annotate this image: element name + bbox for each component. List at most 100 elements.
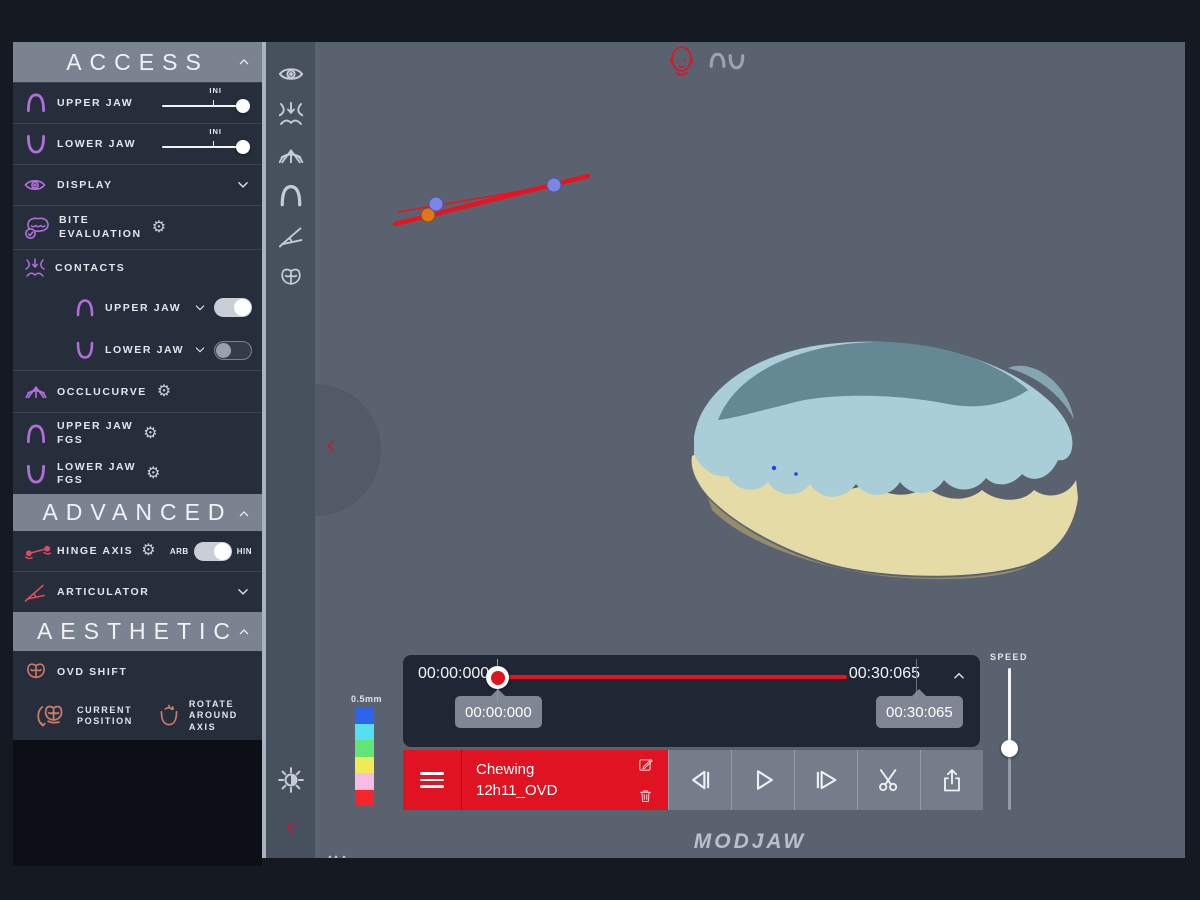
section-header-aesthetic[interactable]: AESTHETIC <box>13 612 262 651</box>
logo-glyph-icon <box>323 854 349 858</box>
clip-name-line2: 12h11_OVD <box>476 782 557 799</box>
sidebar-item-contacts[interactable]: CONTACTS <box>13 249 262 285</box>
upper-lower-jaws-icon[interactable] <box>706 48 748 74</box>
sidebar: ACCESS UPPER JAW INI LOWER JAW INI DISPL… <box>13 42 262 858</box>
sidebar-item-bite-evaluation[interactable]: BITE EVALUATION ⚙ <box>13 205 262 249</box>
clip-name-line1: Chewing <box>476 761 534 778</box>
sidebar-item-hinge-axis[interactable]: HINGE AXIS ⚙ ARB HIN <box>13 531 262 571</box>
clip-menu-button[interactable] <box>403 750 462 810</box>
head-icon[interactable] <box>668 44 695 79</box>
chevron-down-icon[interactable] <box>192 342 208 358</box>
timeline-playhead[interactable] <box>486 666 509 689</box>
ovd-teeth-icon <box>23 660 49 684</box>
articulator-icon[interactable] <box>275 220 306 251</box>
contact-dot <box>772 466 776 470</box>
condyle-point-orange <box>421 208 435 222</box>
eye-icon[interactable] <box>275 58 306 89</box>
gear-icon[interactable]: ⚙ <box>152 220 166 236</box>
sidebar-item-lower-jaw[interactable]: LOWER JAW INI <box>13 123 262 164</box>
advanced-header-label: ADVANCED <box>42 499 232 526</box>
cut-button[interactable] <box>857 750 920 810</box>
contacts-lower-label: LOWER JAW <box>105 344 184 356</box>
ini-label: INI <box>209 86 222 95</box>
ovd-teeth-icon[interactable] <box>275 262 306 293</box>
chevron-down-icon[interactable] <box>234 583 252 601</box>
chevron-down-icon[interactable] <box>234 176 252 194</box>
position-tools-row: CURRENT POSITION ROTATE AROUND AXIS <box>13 692 262 740</box>
chevron-up-icon[interactable] <box>950 667 968 685</box>
contacts-upper-label: UPPER JAW <box>105 302 181 314</box>
left-toolbar <box>266 42 315 858</box>
contacts-lower-toggle[interactable] <box>214 341 252 360</box>
condyle-point-blue-right <box>547 178 561 192</box>
timeline-panel: 00:00:000 00:30:065 00:00:000 00:30:065 <box>403 655 980 747</box>
hinge-axis-toggle[interactable] <box>194 542 232 561</box>
ovd-shift-label: OVD SHIFT <box>57 666 127 678</box>
chevron-down-icon[interactable] <box>192 300 208 316</box>
edit-icon[interactable] <box>637 756 654 773</box>
step-forward-button[interactable] <box>794 750 857 810</box>
play-button[interactable] <box>731 750 794 810</box>
scale-segment <box>355 724 374 741</box>
current-position-line1: CURRENT <box>77 705 132 715</box>
upper-jaw-icon <box>23 90 49 116</box>
bite-label-line2: EVALUATION <box>59 228 142 240</box>
sidebar-item-articulator[interactable]: ARTICULATOR <box>13 571 262 612</box>
access-header-label: ACCESS <box>66 49 209 76</box>
contacts-icon[interactable] <box>275 98 306 129</box>
section-header-advanced[interactable]: ADVANCED <box>13 494 262 531</box>
collapse-left-icon[interactable] <box>275 812 306 843</box>
gear-icon[interactable]: ⚙ <box>146 466 160 482</box>
clip-title-area[interactable]: Chewing 12h11_OVD <box>462 750 668 810</box>
dental-model[interactable] <box>678 328 1090 580</box>
sidebar-item-upper-jaw-fgs[interactable]: UPPER JAW FGS ⚙ <box>13 412 262 454</box>
slider-knob[interactable] <box>236 140 250 154</box>
timeline-track[interactable] <box>499 675 847 679</box>
depth-scale: 0.5mm <box>351 694 377 806</box>
occlucurve-icon <box>23 379 49 405</box>
scale-segment <box>355 740 374 757</box>
sidebar-item-upper-jaw[interactable]: UPPER JAW INI <box>13 82 262 123</box>
scale-segment <box>355 790 374 807</box>
viewport-3d[interactable]: 0.5mm 00:00:000 00:30:065 00:00:000 00:3… <box>315 42 1185 858</box>
sidebar-item-occlucurve[interactable]: OCCLUCURVE ⚙ <box>13 370 262 412</box>
lower-fgs-line2: FGS <box>57 474 83 486</box>
upper-jaw-icon[interactable] <box>275 180 306 211</box>
scale-segment <box>355 707 374 724</box>
upper-fgs-line2: FGS <box>57 434 83 446</box>
lower-jaw-opacity-slider[interactable]: INI <box>162 131 250 157</box>
contacts-label: CONTACTS <box>55 262 125 274</box>
speed-knob[interactable] <box>1001 740 1018 757</box>
arb-label: ARB <box>170 547 189 556</box>
slider-knob[interactable] <box>236 99 250 113</box>
contacts-upper-jaw-row[interactable]: UPPER JAW <box>13 285 262 330</box>
contacts-upper-toggle[interactable] <box>214 298 252 317</box>
trash-icon[interactable] <box>637 787 654 804</box>
sidebar-item-ovd-shift[interactable]: OVD SHIFT <box>13 651 262 692</box>
scale-segment <box>355 757 374 774</box>
collapse-left-icon[interactable] <box>322 437 340 455</box>
upper-jaw-opacity-slider[interactable]: INI <box>162 90 250 116</box>
gear-icon[interactable]: ⚙ <box>157 384 171 400</box>
section-header-access[interactable]: ACCESS <box>13 42 262 82</box>
gear-icon[interactable]: ⚙ <box>143 426 157 442</box>
brightness-icon[interactable] <box>275 764 306 795</box>
gear-icon[interactable]: ⚙ <box>141 543 155 559</box>
rotate-around-axis-icon[interactable] <box>155 702 183 730</box>
step-back-button[interactable] <box>668 750 731 810</box>
modjaw-logo: MODJAW <box>315 830 1185 858</box>
export-button[interactable] <box>920 750 983 810</box>
occlucurve-icon[interactable] <box>275 140 306 171</box>
upper-jaw-icon <box>73 296 97 320</box>
end-time-tooltip: 00:30:065 <box>876 696 963 728</box>
current-position-icon[interactable] <box>35 700 71 732</box>
sidebar-item-lower-jaw-fgs[interactable]: LOWER JAW FGS ⚙ <box>13 454 262 494</box>
bite-evaluation-icon <box>23 215 53 241</box>
sidebar-item-display[interactable]: DISPLAY <box>13 164 262 205</box>
condyle-point-blue-left <box>429 197 443 211</box>
lower-jaw-icon <box>73 338 97 362</box>
aesthetic-header-label: AESTHETIC <box>37 618 238 645</box>
hin-label: HIN <box>237 547 252 556</box>
rotate-around-axis-line2: AXIS <box>189 722 216 732</box>
contacts-lower-jaw-row[interactable]: LOWER JAW <box>13 330 262 370</box>
